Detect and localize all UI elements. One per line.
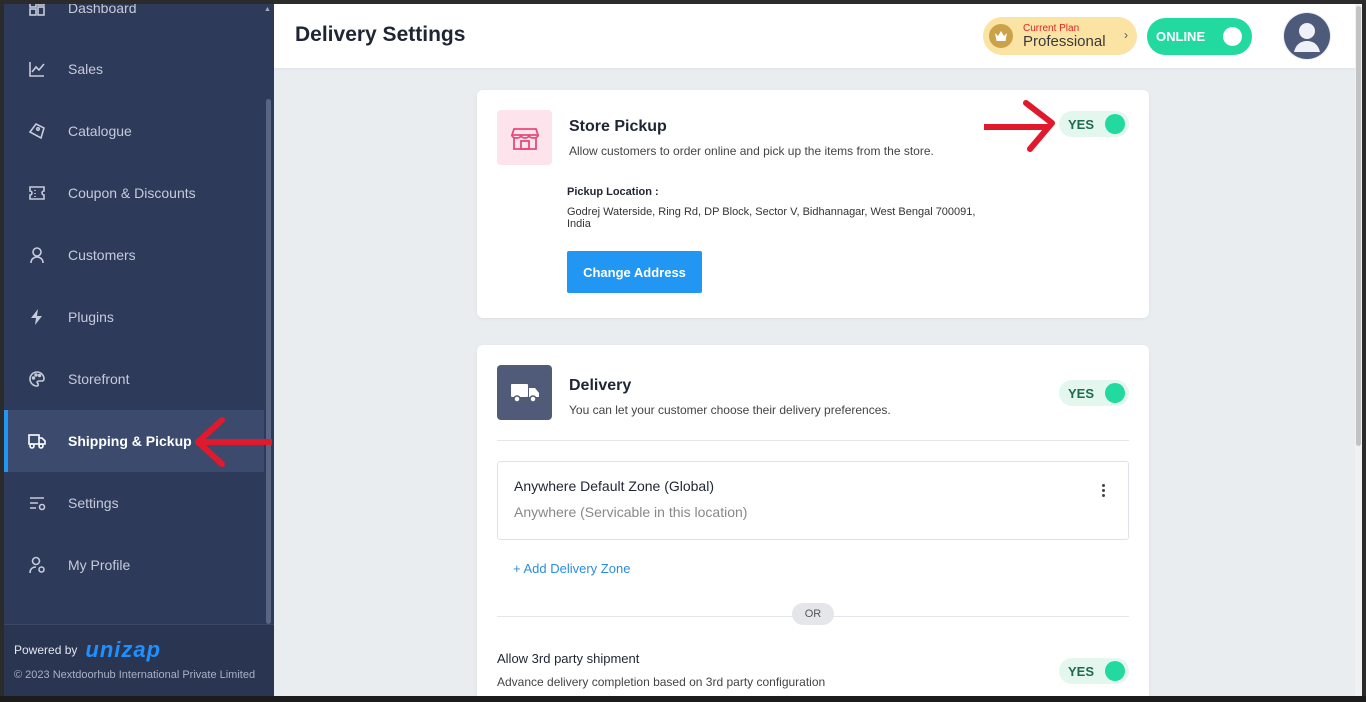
sidebar-item-label: Shipping & Pickup: [68, 433, 192, 449]
plan-label: Current Plan: [1023, 22, 1080, 34]
coupon-icon: [26, 182, 48, 204]
copyright-text: © 2023 Nextdoorhub International Private…: [14, 669, 256, 681]
store-pickup-title: Store Pickup: [569, 118, 667, 135]
toggle-knob: [1105, 114, 1125, 134]
chart-line-icon: [26, 58, 48, 80]
user-icon: [26, 244, 48, 266]
sidebar-item-coupons[interactable]: Coupon & Discounts: [4, 162, 264, 224]
sidebar-item-settings[interactable]: Settings: [4, 472, 264, 534]
sidebar-item-storefront[interactable]: Storefront: [4, 348, 264, 410]
delivery-toggle[interactable]: YES: [1059, 380, 1129, 406]
avatar-icon: [1284, 13, 1330, 59]
store-icon: [497, 110, 552, 165]
sidebar-item-label: Customers: [68, 247, 136, 263]
top-header: Delivery Settings Current Plan Professio…: [274, 4, 1355, 68]
sidebar-item-label: Settings: [68, 495, 119, 511]
divider: [497, 440, 1129, 441]
app-window: ▲ Dashboard Sales Catalogue Coupon & Dis…: [4, 4, 1362, 696]
toggle-knob: [1223, 27, 1242, 46]
third-party-toggle[interactable]: YES: [1059, 658, 1129, 684]
zone-subtitle: Anywhere (Servicable in this location): [514, 504, 748, 520]
delivery-description: You can let your customer choose their d…: [569, 403, 891, 417]
sidebar-item-label: Coupon & Discounts: [68, 185, 196, 201]
toggle-label: YES: [1068, 117, 1095, 132]
annotation-arrow-left-icon: [195, 417, 272, 467]
annotation-arrow-right-icon: [984, 100, 1055, 152]
delivery-title: Delivery: [569, 377, 632, 394]
current-plan-button[interactable]: Current Plan Professional ›: [983, 17, 1137, 55]
page-title: Delivery Settings: [295, 23, 466, 46]
sidebar-item-my-profile[interactable]: My Profile: [4, 534, 264, 596]
shipping-icon: [26, 430, 48, 452]
plan-name: Professional: [1023, 32, 1106, 50]
online-status-label: ONLINE: [1156, 29, 1206, 44]
sidebar-item-label: Catalogue: [68, 123, 132, 139]
sidebar-item-plugins[interactable]: Plugins: [4, 286, 264, 348]
or-separator: OR: [792, 603, 834, 625]
toggle-knob: [1105, 661, 1125, 681]
truck-icon: [497, 365, 552, 420]
change-address-button[interactable]: Change Address: [567, 251, 702, 293]
sidebar-item-customers[interactable]: Customers: [4, 224, 264, 286]
sidebar-item-dashboard[interactable]: Dashboard: [4, 4, 264, 39]
main-scrollbar[interactable]: [1355, 4, 1362, 696]
sidebar-item-label: Sales: [68, 61, 104, 77]
third-party-title: Allow 3rd party shipment: [497, 651, 640, 666]
sidebar-item-label: Storefront: [68, 371, 130, 387]
delivery-card: Delivery You can let your customer choos…: [477, 345, 1149, 696]
pickup-location-label: Pickup Location :: [567, 186, 659, 198]
toggle-label: YES: [1068, 386, 1095, 401]
sidebar-item-label: Dashboard: [68, 4, 137, 16]
delivery-zone-item[interactable]: Anywhere Default Zone (Global) Anywhere …: [497, 461, 1129, 540]
third-party-description: Advance delivery completion based on 3rd…: [497, 675, 826, 689]
crown-icon: [989, 24, 1013, 48]
store-pickup-toggle[interactable]: YES: [1059, 111, 1129, 137]
sidebar-scrollbar[interactable]: [266, 99, 271, 624]
add-delivery-zone-link[interactable]: + Add Delivery Zone: [513, 561, 630, 576]
tag-icon: [26, 120, 48, 142]
store-pickup-description: Allow customers to order online and pick…: [569, 144, 934, 158]
bolt-icon: [26, 306, 48, 328]
unizap-logo: unizap: [85, 637, 162, 662]
sidebar-item-catalogue[interactable]: Catalogue: [4, 100, 264, 162]
zone-title: Anywhere Default Zone (Global): [514, 478, 714, 494]
powered-by-label: Powered by: [14, 643, 78, 657]
powered-by: Powered by unizap: [14, 639, 161, 661]
pickup-address: Godrej Waterside, Ring Rd, DP Block, Sec…: [567, 206, 976, 230]
sidebar-item-label: Plugins: [68, 309, 114, 325]
palette-icon: [26, 368, 48, 390]
taskbar: [0, 696, 1366, 702]
sidebar-item-label: My Profile: [68, 557, 131, 573]
toggle-label: YES: [1068, 664, 1095, 679]
settings-sliders-icon: [26, 492, 48, 514]
more-options-icon[interactable]: [1100, 484, 1106, 497]
sidebar-footer: Powered by unizap © 2023 Nextdoorhub Int…: [4, 624, 274, 696]
toggle-knob: [1105, 383, 1125, 403]
avatar[interactable]: [1283, 12, 1331, 60]
sidebar-item-sales[interactable]: Sales: [4, 38, 264, 100]
chevron-right-icon: ›: [1124, 28, 1128, 42]
profile-gear-icon: [26, 554, 48, 576]
online-status-toggle[interactable]: ONLINE: [1147, 18, 1252, 55]
dashboard-icon: [26, 4, 48, 19]
main-scrollbar-thumb[interactable]: [1356, 6, 1361, 446]
sidebar-scroll-up-icon[interactable]: ▲: [264, 6, 271, 13]
sidebar: ▲ Dashboard Sales Catalogue Coupon & Dis…: [4, 4, 274, 696]
